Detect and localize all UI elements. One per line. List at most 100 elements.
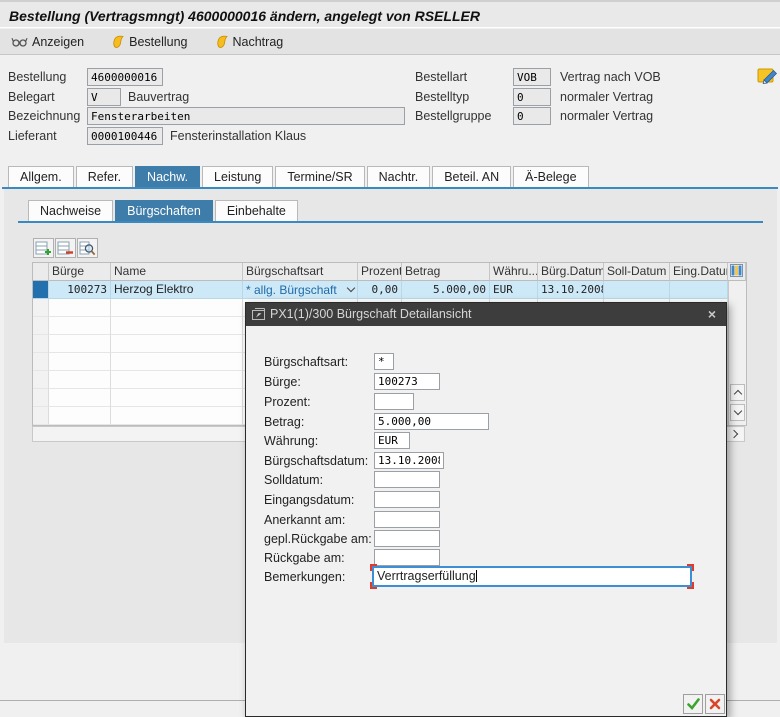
header-name: Name <box>111 263 243 281</box>
betrag-input[interactable] <box>374 413 489 430</box>
bestelltyp-description: normaler Vertrag <box>560 90 653 104</box>
close-icon: × <box>708 306 716 322</box>
cell-waehrung: EUR <box>490 281 538 299</box>
scroll-up-button[interactable] <box>730 384 745 401</box>
bestellung-field[interactable] <box>87 68 163 86</box>
dialog-row-waehrung: Währung: <box>246 432 726 449</box>
cell-prozent: 0,00 <box>358 281 402 299</box>
chevron-up-icon <box>733 390 741 398</box>
focus-corner <box>687 582 694 589</box>
belegart-field[interactable] <box>87 88 121 106</box>
note-edit-icon <box>757 66 778 85</box>
bestellung-field-label: Bestellung <box>8 70 66 84</box>
bestellung-label: Bestellung <box>129 35 187 49</box>
table-vertical-scrollbar[interactable] <box>728 281 746 425</box>
belegart-description: Bauvertrag <box>128 90 189 104</box>
waehrung-input[interactable] <box>374 432 410 449</box>
bemerkungen-input[interactable]: Verrtragserfüllung <box>372 566 692 587</box>
table-config-cell[interactable] <box>728 263 746 281</box>
subtab-einbehalte[interactable]: Einbehalte <box>215 200 298 221</box>
search-icon <box>79 241 96 256</box>
dialog-close-button[interactable]: × <box>704 305 720 323</box>
lieferant-field[interactable] <box>87 127 163 145</box>
tab-termine-sr[interactable]: Termine/SR <box>275 166 364 187</box>
tab-ae-belege[interactable]: Ä-Belege <box>513 166 588 187</box>
bestellart-field[interactable] <box>513 68 551 86</box>
buerge-input[interactable] <box>374 373 440 390</box>
header-selection-column <box>33 263 49 281</box>
bestelltyp-field-label: Bestelltyp <box>415 90 469 104</box>
cell-betrag: 5.000,00 <box>402 281 490 299</box>
buergschaftsart-dropdown[interactable]: * allg. Bürgschaft <box>243 281 358 299</box>
rueckgabe-am-label: Rückgabe am: <box>264 551 345 565</box>
focus-corner <box>687 564 694 571</box>
buergschaftsart-label: Bürgschaftsart: <box>264 355 348 369</box>
confirm-button[interactable] <box>683 694 703 714</box>
text-cursor <box>476 570 477 582</box>
header-buergschaftsart: Bürgschaftsart <box>243 263 358 281</box>
dialog-titlebar[interactable]: PX1(1)/300 Bürgschaft Detailansicht × <box>246 303 726 326</box>
tab-nachtr[interactable]: Nachtr. <box>367 166 431 187</box>
dialog-row-buerge: Bürge: <box>246 373 726 390</box>
table-row[interactable]: 100273 Herzog Elektro * allg. Bürgschaft… <box>33 281 746 299</box>
tab-nachw[interactable]: Nachw. <box>135 166 200 187</box>
search-rows-button[interactable] <box>77 238 98 258</box>
anerkannt-am-input[interactable] <box>374 511 440 528</box>
bestellung-button[interactable]: Bestellung <box>109 33 190 51</box>
nachtrag-button[interactable]: Nachtrag <box>213 33 287 51</box>
belegart-field-label: Belegart <box>8 90 55 104</box>
solldatum-label: Solldatum: <box>264 473 323 487</box>
buergschaftsdatum-label: Bürgschaftsdatum: <box>264 454 368 468</box>
solldatum-input[interactable] <box>374 471 440 488</box>
waehrung-label: Währung: <box>264 434 318 448</box>
buerge-label: Bürge: <box>264 375 301 389</box>
buergschaftsdatum-input[interactable] <box>374 452 444 469</box>
dialog-row-anerkannt: Anerkannt am: <box>246 511 726 528</box>
table-header-row: Bürge Name Bürgschaftsart Prozent Betrag… <box>33 263 746 281</box>
application-toolbar: Anzeigen Bestellung Nachtrag <box>0 29 780 55</box>
dialog-row-buergschaftsdatum: Bürgschaftsdatum: <box>246 452 726 469</box>
add-row-button[interactable] <box>33 238 54 258</box>
gepl-rueckgabe-label: gepl.Rückgabe am: <box>264 532 372 546</box>
bestellgruppe-description: normaler Vertrag <box>560 109 653 123</box>
dialog-window-icon <box>252 308 265 320</box>
tab-leistung[interactable]: Leistung <box>202 166 273 187</box>
anzeigen-button[interactable]: Anzeigen <box>8 33 87 51</box>
main-tabstrip: Allgem. Refer. Nachw. Leistung Termine/S… <box>8 166 591 187</box>
tab-beteil-an[interactable]: Beteil. AN <box>432 166 511 187</box>
lieferant-field-label: Lieferant <box>8 129 57 143</box>
header-buerg-datum: Bürg.Datum <box>538 263 604 281</box>
eingangsdatum-label: Eingangsdatum: <box>264 493 354 507</box>
delete-row-button[interactable] <box>55 238 76 258</box>
rueckgabe-am-input[interactable] <box>374 549 440 566</box>
texts-note-button[interactable] <box>756 66 778 86</box>
eingangsdatum-input[interactable] <box>374 491 440 508</box>
table-toolbar <box>33 238 98 258</box>
prozent-input[interactable] <box>374 393 414 410</box>
dialog-row-buergschaftsart: Bürgschaftsart: <box>246 353 726 370</box>
bestellgruppe-field[interactable] <box>513 107 551 125</box>
anerkannt-am-label: Anerkannt am: <box>264 513 345 527</box>
tab-allgem[interactable]: Allgem. <box>8 166 74 187</box>
sub-tab-underline <box>18 221 763 223</box>
gepl-rueckgabe-input[interactable] <box>374 530 440 547</box>
tab-refer[interactable]: Refer. <box>76 166 133 187</box>
cancel-button[interactable] <box>705 694 725 714</box>
prozent-label: Prozent: <box>264 395 311 409</box>
cell-buerg-datum: 13.10.2008 <box>538 281 604 299</box>
subtab-buergschaften[interactable]: Bürgschaften <box>115 200 213 221</box>
nachtrag-label: Nachtrag <box>233 35 284 49</box>
scroll-down-button[interactable] <box>730 404 745 421</box>
header-buerge: Bürge <box>49 263 111 281</box>
scroll-right-button[interactable] <box>727 428 743 440</box>
buergschaftsart-input[interactable] <box>374 353 394 370</box>
header-prozent: Prozent <box>358 263 402 281</box>
bemerkungen-label: Bemerkungen: <box>264 570 345 584</box>
buergschaft-detail-dialog: PX1(1)/300 Bürgschaft Detailansicht × Bü… <box>245 302 727 717</box>
dialog-row-betrag: Betrag: <box>246 413 726 430</box>
bestelltyp-field[interactable] <box>513 88 551 106</box>
bezeichnung-field[interactable] <box>87 107 405 125</box>
row-selection-cell[interactable] <box>33 281 49 299</box>
subtab-nachweise[interactable]: Nachweise <box>28 200 113 221</box>
bestellgruppe-field-label: Bestellgruppe <box>415 109 491 123</box>
